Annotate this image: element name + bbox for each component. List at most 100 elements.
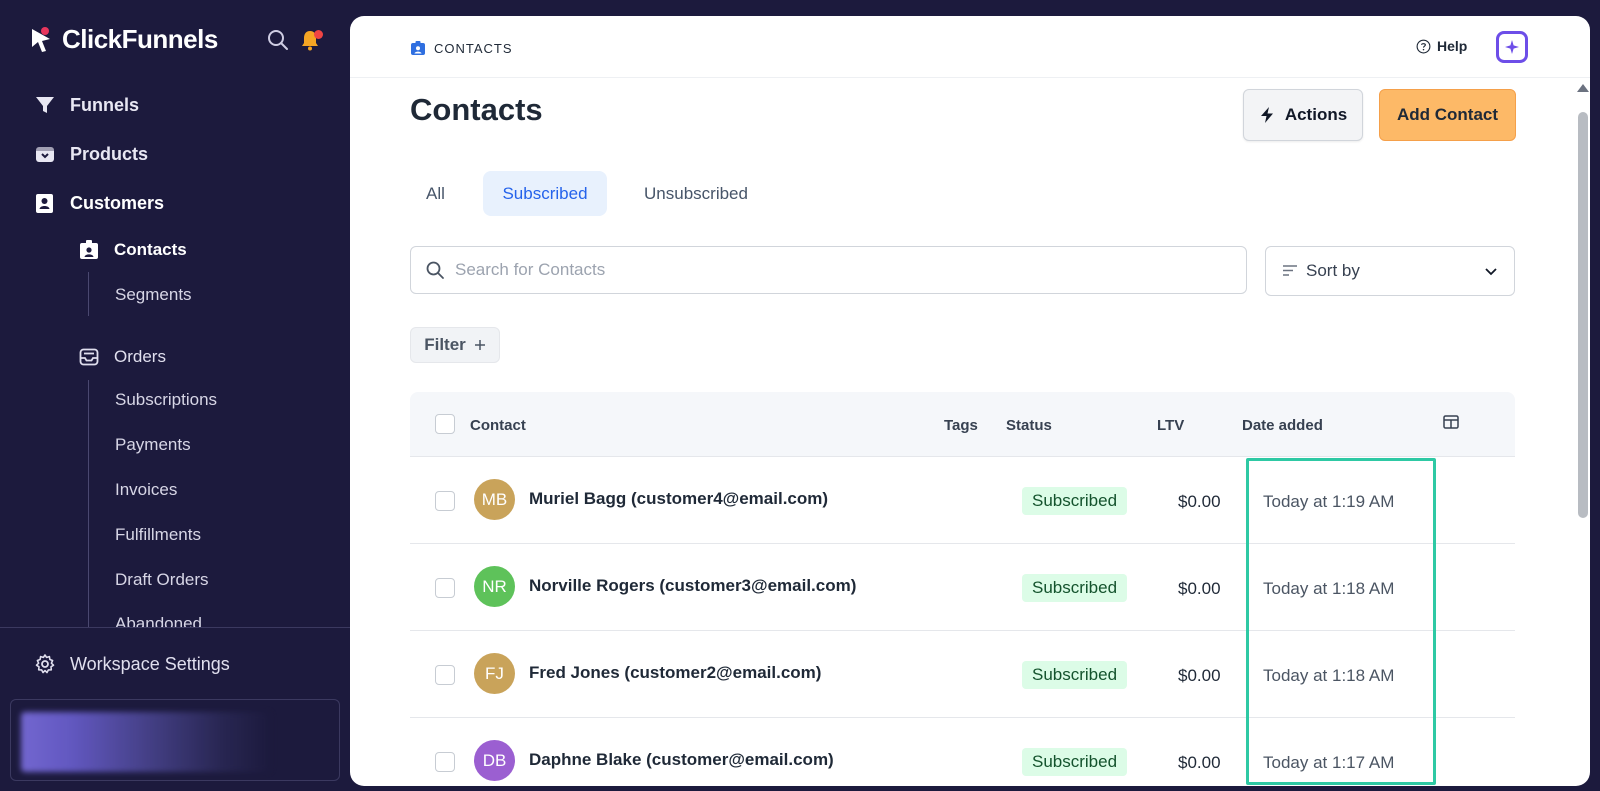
sidebar-item-contacts[interactable]: Contacts <box>78 239 187 261</box>
plus-icon <box>474 340 485 350</box>
tab-all[interactable]: All <box>410 171 461 216</box>
avatar: DB <box>474 740 515 781</box>
scrollbar-thumb[interactable] <box>1578 112 1588 518</box>
inbox-icon <box>79 348 99 366</box>
sidebar-item-payments[interactable]: Payments <box>115 435 191 455</box>
contact-card-icon <box>411 41 425 55</box>
account-avatar-blurred <box>21 712 271 772</box>
search-icon <box>426 261 444 279</box>
row-checkbox[interactable] <box>435 578 455 598</box>
row-checkbox[interactable] <box>435 752 455 772</box>
avatar: NR <box>474 566 515 607</box>
tab-subscribed[interactable]: Subscribed <box>483 171 607 216</box>
table-header: Contact Tags Status LTV Date added <box>410 392 1515 457</box>
gear-icon <box>35 654 55 674</box>
page-title: Contacts <box>410 92 543 127</box>
avatar: FJ <box>474 653 515 694</box>
column-header-contact[interactable]: Contact <box>470 417 526 434</box>
sidebar-tree-line <box>88 272 89 316</box>
status-badge: Subscribed <box>1022 748 1128 776</box>
search-field[interactable] <box>410 246 1247 294</box>
column-header-tags[interactable]: Tags <box>944 417 978 434</box>
brand-name: ClickFunnels <box>62 24 218 54</box>
breadcrumb: CONTACTS <box>410 40 513 56</box>
search-icon[interactable] <box>266 28 290 52</box>
sidebar-item-label: Products <box>70 143 149 164</box>
add-contact-button[interactable]: Add Contact <box>1379 89 1516 141</box>
notification-dot <box>314 30 323 39</box>
table-row[interactable]: NR Norville Rogers (customer3@email.com)… <box>410 544 1515 631</box>
sidebar-item-label: Contacts <box>114 240 187 259</box>
ai-assistant-button[interactable] <box>1496 31 1528 63</box>
actions-button[interactable]: Actions <box>1243 89 1363 141</box>
ltv-value: $0.00 <box>1178 753 1221 772</box>
column-header-ltv[interactable]: LTV <box>1157 417 1184 434</box>
status-badge: Subscribed <box>1022 661 1128 689</box>
ltv-value: $0.00 <box>1178 666 1221 685</box>
sidebar-item-abandoned[interactable]: Abandoned <box>115 614 202 627</box>
workspace-settings-link[interactable]: Workspace Settings <box>34 653 230 675</box>
contact-name[interactable]: Muriel Bagg (customer4@email.com) <box>529 489 828 509</box>
sidebar-item-fulfillments[interactable]: Fulfillments <box>115 525 201 545</box>
topbar: CONTACTS Help <box>350 16 1590 78</box>
workspace-settings-label: Workspace Settings <box>70 653 230 674</box>
main-panel: CONTACTS Help Contacts Actions Add Conta… <box>350 16 1590 786</box>
contact-card-icon <box>80 240 98 259</box>
sidebar-tree-line <box>88 380 89 627</box>
contact-name[interactable]: Fred Jones (customer2@email.com) <box>529 663 821 683</box>
chevron-down-icon <box>1485 268 1497 276</box>
date-added: Today at 1:17 AM <box>1263 753 1395 772</box>
lightning-icon <box>1260 107 1273 123</box>
account-switcher[interactable] <box>10 699 340 781</box>
sidebar-item-segments[interactable]: Segments <box>115 285 192 305</box>
sidebar-item-invoices[interactable]: Invoices <box>115 480 177 500</box>
filter-label: Filter <box>424 335 466 354</box>
date-added: Today at 1:18 AM <box>1263 579 1395 598</box>
box-icon <box>36 147 54 162</box>
avatar: MB <box>474 479 515 520</box>
select-all-checkbox[interactable] <box>435 414 455 434</box>
columns-layout-icon[interactable] <box>1443 414 1459 430</box>
clickfunnels-logo-icon <box>32 26 50 52</box>
ltv-value: $0.00 <box>1178 492 1221 511</box>
sidebar-item-orders[interactable]: Orders <box>78 346 166 368</box>
contact-name[interactable]: Daphne Blake (customer@email.com) <box>529 750 834 770</box>
sidebar-divider <box>0 627 350 628</box>
help-button[interactable]: Help <box>1416 38 1467 54</box>
table-row[interactable]: FJ Fred Jones (customer2@email.com) Subs… <box>410 631 1515 718</box>
actions-label: Actions <box>1284 105 1348 124</box>
column-header-date-added[interactable]: Date added <box>1242 417 1323 434</box>
sort-dropdown[interactable]: Sort by <box>1265 246 1515 296</box>
status-badge: Subscribed <box>1022 574 1128 602</box>
tab-unsubscribed[interactable]: Unsubscribed <box>626 171 766 216</box>
date-added: Today at 1:19 AM <box>1263 492 1395 511</box>
sidebar-item-label: Customers <box>70 192 165 213</box>
row-checkbox[interactable] <box>435 491 455 511</box>
table-row[interactable]: MB Muriel Bagg (customer4@email.com) Sub… <box>410 457 1515 544</box>
sort-lines-icon <box>1283 265 1297 276</box>
column-header-status[interactable]: Status <box>1006 417 1052 434</box>
sidebar-item-customers[interactable]: Customers <box>34 192 164 214</box>
sidebar: ClickFunnels Funnels Products Customers <box>0 0 350 791</box>
question-circle-icon <box>1416 39 1431 53</box>
sparkle-icon <box>1505 40 1519 54</box>
brand[interactable]: ClickFunnels <box>26 24 218 55</box>
search-input[interactable] <box>455 260 1215 280</box>
status-badge: Subscribed <box>1022 487 1128 515</box>
sidebar-item-funnels[interactable]: Funnels <box>34 94 139 116</box>
table-row[interactable]: DB Daphne Blake (customer@email.com) Sub… <box>410 718 1515 786</box>
filter-button[interactable]: Filter <box>410 327 500 363</box>
sort-label: Sort by <box>1306 261 1360 280</box>
ltv-value: $0.00 <box>1178 579 1221 598</box>
scroll-up-arrow-icon[interactable] <box>1577 84 1589 92</box>
contact-book-icon <box>36 194 53 213</box>
sidebar-item-draft-orders[interactable]: Draft Orders <box>115 570 209 590</box>
sidebar-item-subscriptions[interactable]: Subscriptions <box>115 390 217 410</box>
funnel-icon <box>36 97 54 113</box>
sidebar-item-label: Funnels <box>70 94 140 115</box>
sidebar-item-products[interactable]: Products <box>34 143 148 165</box>
sidebar-item-label: Orders <box>114 347 166 366</box>
contact-name[interactable]: Norville Rogers (customer3@email.com) <box>529 576 856 596</box>
row-checkbox[interactable] <box>435 665 455 685</box>
breadcrumb-label: CONTACTS <box>434 40 513 56</box>
